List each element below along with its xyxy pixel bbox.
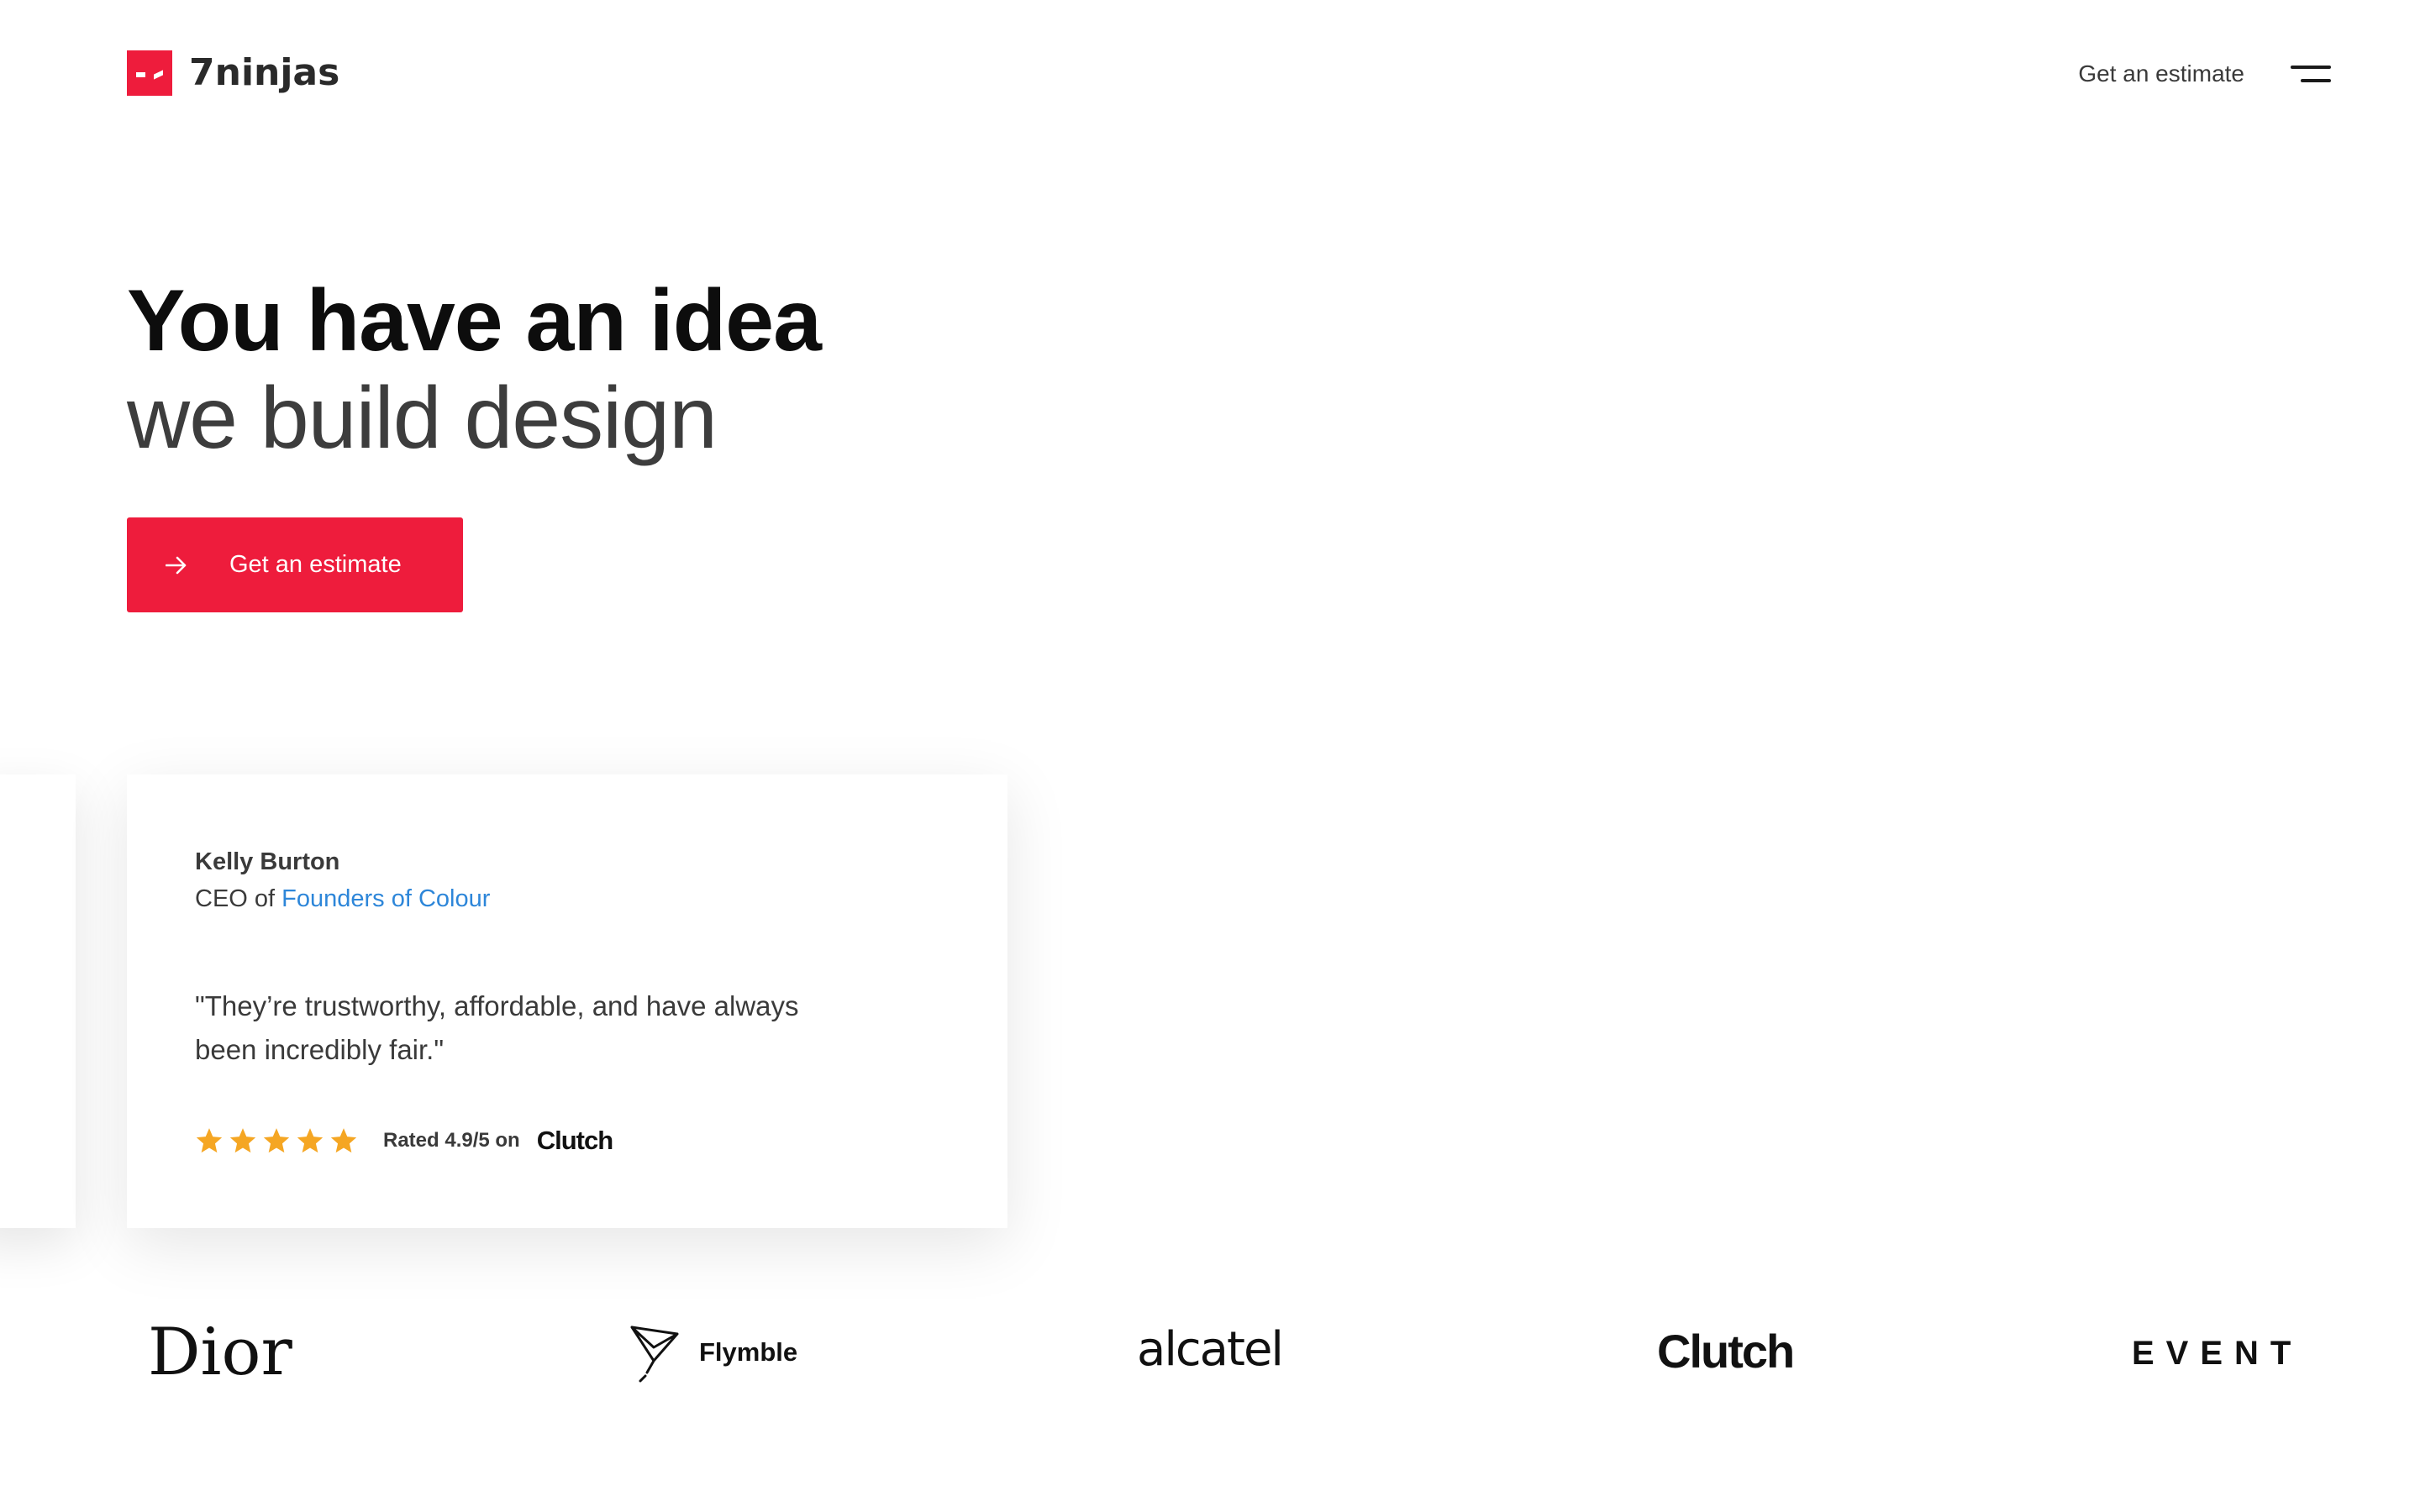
client-logos: Dior Flymble alcatel Clutch EVENT (0, 1310, 2420, 1411)
hamburger-menu-icon[interactable] (2291, 62, 2331, 86)
event-logo: EVENT (2132, 1335, 2303, 1372)
clutch-rating-link[interactable]: Clutch (537, 1126, 613, 1156)
page: 7ninjas Get an estimate You have an idea… (0, 0, 2420, 1512)
company-link[interactable]: Founders of Colour (281, 885, 490, 912)
clutch-logo: Clutch (1657, 1325, 1795, 1378)
flymble-bird-icon (630, 1326, 679, 1383)
alcatel-logo: alcatel (1137, 1322, 1284, 1377)
role-prefix: CEO of (195, 885, 282, 912)
arrow-right-icon (166, 556, 216, 575)
previous-testimonial-card[interactable] (0, 774, 76, 1228)
hero-subtitle: we build design (127, 370, 718, 467)
star-rating (195, 1126, 363, 1155)
star-icon (196, 1128, 223, 1153)
flymble-logo-text: Flymble (699, 1337, 798, 1367)
star-icon (263, 1128, 290, 1153)
testimonial-card: Kelly Burton CEO of Founders of Colour "… (127, 774, 1007, 1228)
header-estimate-link[interactable]: Get an estimate (2078, 59, 2244, 89)
rating-text: Rated 4.9/5 on (383, 1129, 520, 1152)
ninja-logo-icon (127, 50, 172, 96)
get-estimate-button-label: Get an estimate (229, 551, 402, 578)
dior-logo: Dior (148, 1315, 292, 1390)
star-icon (297, 1128, 324, 1153)
hero-title: You have an idea (127, 272, 822, 370)
star-icon (330, 1128, 357, 1153)
site-logo[interactable]: 7ninjas (127, 50, 339, 96)
testimonial-author-role: CEO of Founders of Colour (195, 885, 490, 913)
logo-text: 7ninjas (189, 51, 340, 94)
flymble-logo: Flymble (629, 1322, 797, 1383)
rating: Rated 4.9/5 on Clutch (195, 1126, 613, 1156)
testimonial-author-name: Kelly Burton (195, 848, 340, 875)
star-icon (229, 1128, 256, 1153)
testimonial-quote: "They’re trustworthy, affordable, and ha… (195, 990, 799, 1065)
get-estimate-button[interactable]: Get an estimate (127, 517, 463, 612)
